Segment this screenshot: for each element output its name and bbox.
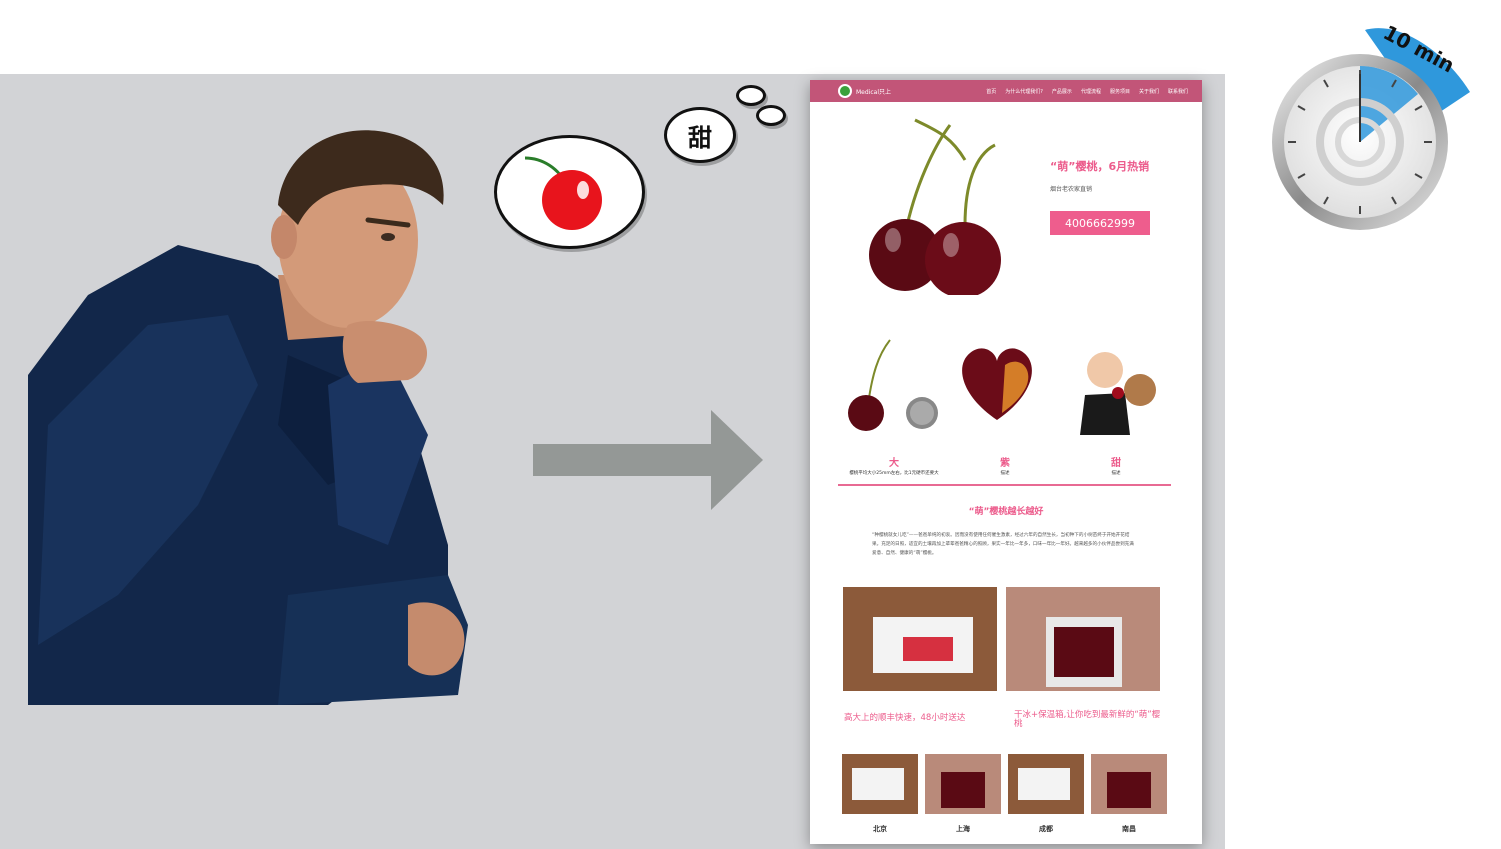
hero-cherry-image <box>869 118 1001 295</box>
site-menu: 首页 为什么代理我们? 产品展示 代理流程 服务项目 关于我们 联系我们 <box>986 88 1188 95</box>
city-photo-nanchang <box>1091 754 1167 814</box>
menu-item-process[interactable]: 代理流程 <box>1081 88 1101 95</box>
packaging-photo <box>1006 587 1160 691</box>
baby-eating-cherry-image <box>1080 352 1156 435</box>
feature-title-big: 大 <box>889 458 899 469</box>
thought-bubble-cherry <box>494 135 645 249</box>
thought-bubble-small <box>756 105 786 126</box>
menu-item-contact[interactable]: 联系我们 <box>1168 88 1188 95</box>
site-navbar: Medical只上 首页 为什么代理我们? 产品展示 代理流程 服务项目 关于我… <box>810 80 1202 102</box>
site-brand: Medical只上 <box>856 88 891 96</box>
caption-shipping: 高大上的顺丰快速，48小时送达 <box>844 713 966 723</box>
feature-desc-big: 樱桃平均大小25mm左右，比1元硬币还要大 <box>849 471 939 476</box>
city-label-beijing: 北京 <box>873 825 887 833</box>
menu-item-products[interactable]: 产品展示 <box>1052 88 1072 95</box>
feature-desc-sweet: 描述 <box>1111 471 1121 476</box>
city-label-shanghai: 上海 <box>956 825 970 833</box>
city-photo-shanghai <box>925 754 1001 814</box>
city-label-chengdu: 成都 <box>1039 825 1053 833</box>
cherry-icon <box>524 156 602 230</box>
thought-bubble-small <box>736 85 766 106</box>
city-photo-beijing <box>842 754 918 814</box>
menu-item-about[interactable]: 关于我们 <box>1139 88 1159 95</box>
phone-button[interactable]: 4006662999 <box>1050 211 1150 235</box>
menu-item-services[interactable]: 服务项目 <box>1110 88 1130 95</box>
shipping-photo <box>843 587 997 691</box>
menu-item-home[interactable]: 首页 <box>986 88 996 95</box>
cherry-heart-image <box>962 348 1032 420</box>
caption-packaging: 干冰+保温箱,让你吃到最新鲜的“萌”樱桃 <box>1014 710 1161 729</box>
section-divider <box>838 484 1171 486</box>
site-logo[interactable] <box>838 84 852 98</box>
thinking-man-photo <box>28 130 468 705</box>
website-mockup: Medical只上 首页 为什么代理我们? 产品展示 代理流程 服务项目 关于我… <box>810 80 1202 844</box>
timer-icon: 10 min <box>1272 20 1470 230</box>
feature-title-purple: 紫 <box>1000 458 1010 469</box>
cherry-coin-image <box>848 339 938 431</box>
arrow-right-icon <box>533 410 763 510</box>
section-title: “萌”樱桃越长越好 <box>968 507 1044 517</box>
hero-subtitle: 烟台老农家直销 <box>1050 186 1093 193</box>
thought-bubble-word: 甜 <box>664 107 736 163</box>
feature-desc-purple: 描述 <box>1000 471 1010 476</box>
menu-item-why[interactable]: 为什么代理我们? <box>1005 88 1043 95</box>
hero-title: “萌”樱桃，6月热销 <box>1050 160 1150 173</box>
city-photo-chengdu <box>1008 754 1084 814</box>
feature-title-sweet: 甜 <box>1111 458 1121 469</box>
section-text: “种樱桃就女儿吃”——爸爸单纯的初衷。因而没有使用任何催生激素，经过六年的自然生… <box>872 533 1134 556</box>
city-label-nanchang: 南昌 <box>1122 825 1136 833</box>
